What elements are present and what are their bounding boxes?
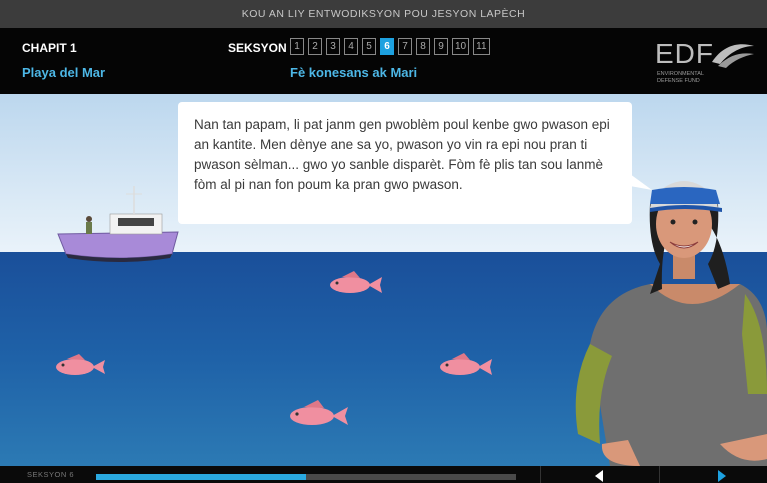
triangle-left-icon bbox=[595, 470, 603, 482]
logo-subtitle-1: ENVIRONMENTAL bbox=[657, 71, 704, 77]
section-indicator: SEKSYON 6 bbox=[27, 470, 75, 479]
section-label: SEKSYON bbox=[228, 41, 287, 55]
triangle-right-icon bbox=[718, 470, 726, 482]
section-button-5[interactable]: 5 bbox=[362, 38, 376, 55]
section-title: Fè konesans ak Mari bbox=[290, 65, 418, 80]
course-title-bar: KOU AN LIY ENTWODIKSYON POU JESYON LAPÈC… bbox=[0, 0, 767, 28]
progress-fill bbox=[96, 474, 306, 480]
header: CHAPIT 1 Playa del Mar SEKSYON 123456789… bbox=[0, 28, 767, 94]
speech-text: Nan tan papam, li pat janm gen pwoblèm p… bbox=[194, 117, 610, 192]
logo-subtitle-2: DEFENSE FUND bbox=[657, 78, 700, 84]
section-button-4[interactable]: 4 bbox=[344, 38, 358, 55]
logo-wordmark: EDF bbox=[655, 38, 714, 69]
section-button-11[interactable]: 11 bbox=[473, 38, 490, 55]
section-button-2[interactable]: 2 bbox=[308, 38, 322, 55]
edf-logo: EDF ENVIRONMENTAL DEFENSE FUND bbox=[655, 38, 755, 86]
section-button-3[interactable]: 3 bbox=[326, 38, 340, 55]
chapter-title: Playa del Mar bbox=[22, 65, 106, 80]
previous-button[interactable] bbox=[541, 466, 659, 483]
speech-bubble-tail bbox=[630, 174, 652, 190]
speech-bubble: Nan tan papam, li pat janm gen pwoblèm p… bbox=[178, 102, 632, 224]
next-button[interactable] bbox=[660, 466, 767, 483]
section-button-6[interactable]: 6 bbox=[380, 38, 394, 55]
chapter-label: CHAPIT 1 bbox=[22, 41, 77, 55]
logo-wave-icon bbox=[712, 44, 754, 68]
section-button-8[interactable]: 8 bbox=[416, 38, 430, 55]
ocean-scene: Nan tan papam, li pat janm gen pwoblèm p… bbox=[0, 94, 767, 466]
section-nav: 1 2 3 4 5 6 7 8 9 10 11 bbox=[290, 38, 490, 55]
section-button-7[interactable]: 7 bbox=[398, 38, 412, 55]
section-button-10[interactable]: 10 bbox=[452, 38, 470, 55]
section-button-1[interactable]: 1 bbox=[290, 38, 304, 55]
footer-bar: SEKSYON 6 bbox=[0, 466, 767, 483]
progress-bar bbox=[96, 474, 516, 480]
section-button-9[interactable]: 9 bbox=[434, 38, 448, 55]
